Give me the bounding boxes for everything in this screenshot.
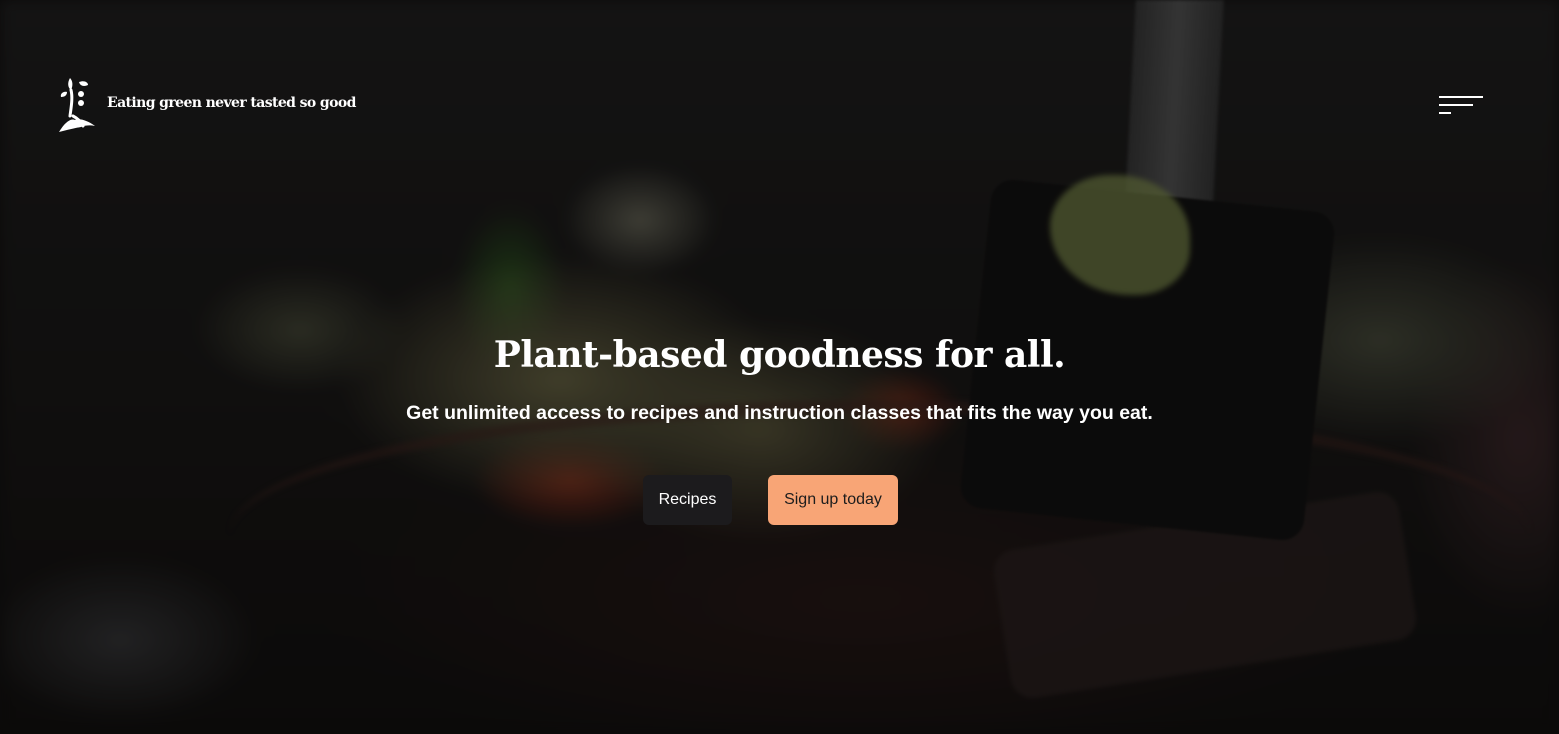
plant-figure-icon [59,78,95,132]
landing-page: Eating green never tasted so good Plant-… [0,0,1559,734]
hero-subtitle: Get unlimited access to recipes and inst… [406,402,1153,424]
site-tagline: Eating green never tasted so good [107,95,356,111]
hero-title: Plant-based goodness for all. [493,334,1066,376]
sign-up-button[interactable]: Sign up today [768,475,898,525]
site-logo[interactable]: Eating green never tasted so good [57,76,356,134]
recipes-button[interactable]: Recipes [643,475,732,525]
hamburger-menu-icon[interactable] [1437,94,1485,118]
